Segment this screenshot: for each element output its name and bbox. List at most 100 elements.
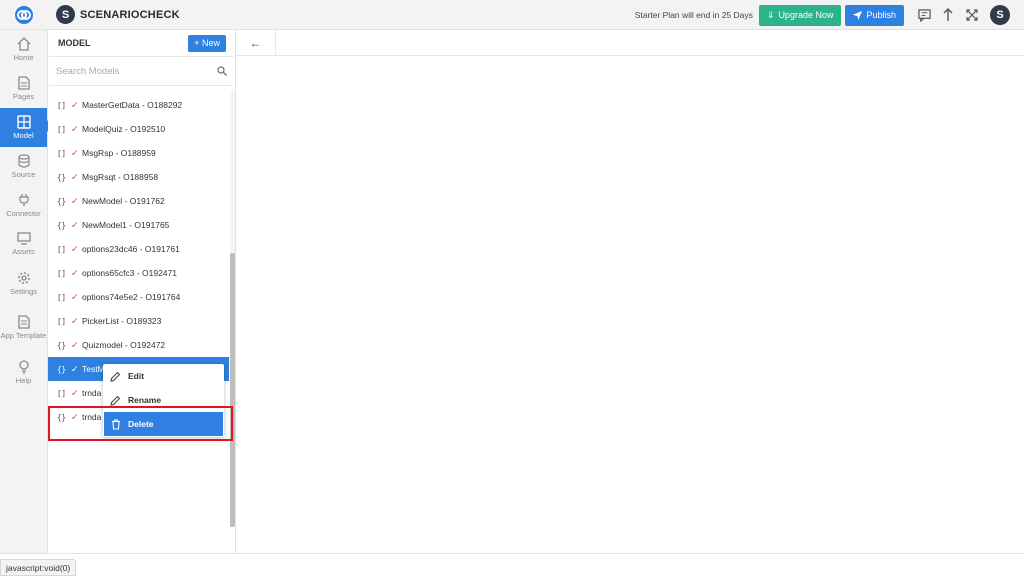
brand: S SCENARIOCHECK xyxy=(56,5,180,24)
upgrade-label: Upgrade Now xyxy=(778,10,834,20)
app-logo[interactable] xyxy=(0,0,48,30)
highlight-box xyxy=(48,406,233,441)
share-icon[interactable] xyxy=(941,8,955,22)
back-arrow-icon: ← xyxy=(249,35,262,50)
check-icon: ✓ xyxy=(71,267,79,278)
rail-item-source[interactable]: Source xyxy=(0,147,47,186)
check-icon: ✓ xyxy=(71,243,79,254)
rail-item-help[interactable]: Help xyxy=(0,353,47,392)
check-icon: ✓ xyxy=(71,219,79,230)
array-bracket-icon: [] xyxy=(57,316,67,326)
send-icon xyxy=(853,10,863,20)
rail-item-connector[interactable]: Connector xyxy=(0,186,47,225)
object-brace-icon: {} xyxy=(57,172,67,182)
rail-label-help: Help xyxy=(15,375,32,385)
plan-notice: Starter Plan will end in 25 Days xyxy=(634,10,753,20)
array-bracket-icon: [] xyxy=(57,124,67,134)
upgrade-icon: ⇓ xyxy=(766,9,775,20)
model-name: NewModel1 - O191765 xyxy=(82,220,170,230)
gear-icon xyxy=(17,271,30,284)
model-name: TestM xyxy=(82,364,105,374)
top-bar: S SCENARIOCHECK Starter Plan will end in… xyxy=(0,0,1024,30)
list-item[interactable]: {} ✓ MsgRsqt - O188958 xyxy=(48,165,229,189)
model-name: ModelQuiz - O192510 xyxy=(82,124,166,134)
rail-item-assets[interactable]: Assets xyxy=(0,225,47,264)
rail-label-app-template: App Template xyxy=(0,331,47,340)
monitor-icon xyxy=(16,232,31,245)
list-item[interactable]: [] ✓ MsgRsp - O188959 xyxy=(48,141,229,165)
model-name: MasterGetData - O188292 xyxy=(82,100,183,110)
left-rail: Home Pages Model Source Connector Assets… xyxy=(0,30,52,553)
publish-label: Publish xyxy=(866,10,896,20)
table-icon xyxy=(16,114,31,129)
list-item[interactable]: [] ✓ MasterGetData - O188292 xyxy=(48,93,229,117)
rail-label-assets: Assets xyxy=(12,247,35,256)
brand-badge: S xyxy=(56,5,75,24)
menu-label-edit: Edit xyxy=(128,371,145,381)
rail-item-model[interactable]: Model xyxy=(0,108,52,147)
array-bracket-icon: [] xyxy=(57,244,67,254)
back-button[interactable]: ← xyxy=(236,30,276,55)
object-brace-icon: {} xyxy=(57,340,67,350)
rail-item-home[interactable]: Home xyxy=(0,30,47,69)
list-item[interactable]: [] ✓ options74e5e2 - O191764 xyxy=(48,285,229,309)
check-icon: ✓ xyxy=(71,387,79,398)
panel-title: MODEL xyxy=(58,38,91,48)
model-name: NewModel - O191762 xyxy=(82,196,165,206)
model-name: Quizmodel - O192472 xyxy=(82,340,166,350)
list-item[interactable]: {} ✓ Quizmodel - O192472 xyxy=(48,333,229,357)
list-item[interactable]: [] ✓ ModelQuiz - O192510 xyxy=(48,117,229,141)
check-icon: ✓ xyxy=(71,291,79,302)
check-icon: ✓ xyxy=(71,171,79,182)
rail-label-model: Model xyxy=(13,130,34,140)
search-box xyxy=(49,56,234,86)
fullscreen-icon[interactable] xyxy=(965,8,979,22)
lightbulb-icon xyxy=(18,359,29,374)
rail-label-source: Source xyxy=(11,169,36,179)
list-item[interactable]: [] ✓ options23dc46 - O191761 xyxy=(48,237,229,261)
array-bracket-icon: [] xyxy=(57,268,67,278)
new-model-button[interactable]: + New xyxy=(188,34,226,52)
model-name: MsgRsqt - O188958 xyxy=(82,172,159,182)
model-name: trnda xyxy=(82,388,102,398)
list-item[interactable]: [] ✓ options65cfc3 - O192471 xyxy=(48,261,229,285)
check-icon: ✓ xyxy=(71,123,79,134)
object-brace-icon: {} xyxy=(57,364,67,374)
check-icon: ✓ xyxy=(71,147,79,158)
publish-button[interactable]: Publish xyxy=(845,4,904,26)
array-bracket-icon: [] xyxy=(57,292,67,302)
search-models-input[interactable] xyxy=(56,65,217,77)
search-icon[interactable] xyxy=(217,66,227,76)
menu-item-edit[interactable]: Edit xyxy=(103,364,224,388)
object-brace-icon: {} xyxy=(57,220,67,230)
home-icon xyxy=(17,36,30,51)
feedback-icon[interactable] xyxy=(917,8,931,22)
database-icon xyxy=(17,153,30,168)
rail-item-app-template[interactable]: App Template xyxy=(0,303,47,353)
content-toolbar: ← xyxy=(236,30,1024,56)
check-icon: ✓ xyxy=(71,339,79,350)
user-avatar[interactable]: S xyxy=(990,5,1010,25)
menu-label-rename: Rename xyxy=(128,395,162,405)
array-bracket-icon: [] xyxy=(57,100,67,110)
model-name: MsgRsp - O188959 xyxy=(82,148,156,158)
model-name: options74e5e2 - O191764 xyxy=(82,292,181,302)
model-name: options23dc46 - O191761 xyxy=(82,244,180,254)
list-item[interactable]: {} ✓ NewModel - O191762 xyxy=(48,189,229,213)
rail-label-home: Home xyxy=(13,52,34,62)
list-item[interactable]: {} ✓ NewModel1 - O191765 xyxy=(48,213,229,237)
pencil-icon xyxy=(110,371,121,382)
rail-item-settings[interactable]: Settings xyxy=(0,264,47,303)
rail-label-pages: Pages xyxy=(12,91,35,101)
list-item[interactable]: [] ✓ PickerList - O189323 xyxy=(48,309,229,333)
rail-label-connector: Connector xyxy=(6,208,41,218)
object-brace-icon: {} xyxy=(57,196,67,206)
status-bar: javascript:void(0) xyxy=(0,559,77,576)
check-icon: ✓ xyxy=(71,99,79,110)
rail-label-settings: Settings xyxy=(9,286,38,296)
rail-item-pages[interactable]: Pages xyxy=(0,69,47,108)
brand-name: SCENARIOCHECK xyxy=(80,8,180,21)
upgrade-button[interactable]: ⇓ Upgrade Now xyxy=(758,4,842,26)
list-scrollbar-thumb[interactable] xyxy=(230,253,235,527)
divider xyxy=(0,553,1024,554)
